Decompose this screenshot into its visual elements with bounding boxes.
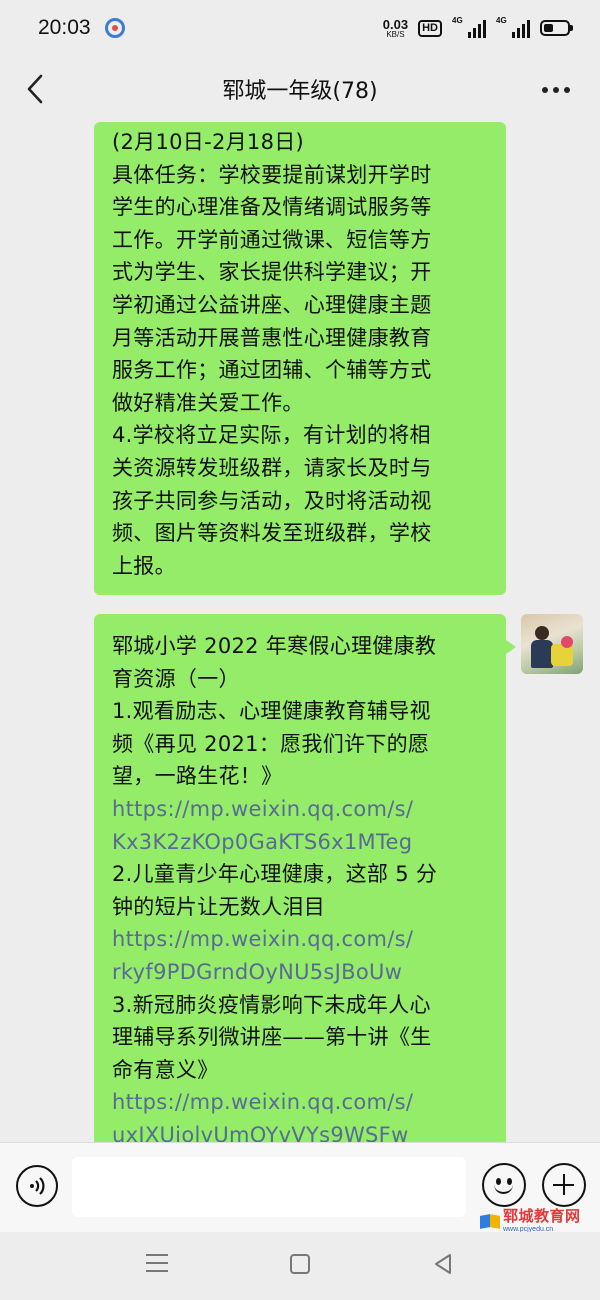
- status-indicators: 0.03 KB/S HD 4G 4G: [383, 16, 573, 39]
- back-button[interactable]: [14, 68, 56, 110]
- hd-badge: HD: [418, 19, 442, 37]
- message-line: 上报。: [112, 553, 176, 578]
- message-link[interactable]: https://mp.weixin.qq.com/s/: [112, 923, 490, 956]
- voice-button[interactable]: [16, 1165, 58, 1207]
- message-line: 2.儿童青少年心理健康，这部 5 分: [112, 862, 438, 887]
- signal-label: 4G: [496, 16, 507, 25]
- network-speed: 0.03 KB/S: [383, 18, 408, 39]
- chat-header: 郓城一年级(78): [0, 56, 600, 122]
- avatar[interactable]: [521, 614, 583, 674]
- message-line: 理辅导系列微讲座——第十讲《生: [112, 1025, 432, 1050]
- emoji-button[interactable]: [482, 1163, 526, 1207]
- book-icon: [480, 1213, 500, 1229]
- message-link[interactable]: Kx3K2zKOp0GaKTS6x1MTeg: [112, 826, 490, 859]
- message-line: 育资源（一）: [112, 666, 240, 691]
- message-line: 望，一路生花！》: [112, 764, 283, 789]
- home-icon[interactable]: [290, 1254, 310, 1274]
- message-line: 学生的心理准备及情绪调试服务等: [112, 195, 432, 220]
- system-nav-bar: [0, 1232, 600, 1300]
- message-line: 月等活动开展普惠性心理健康教育: [112, 325, 432, 350]
- message-line: 式为学生、家长提供科学建议；开: [112, 260, 432, 285]
- message-line: 钟的短片让无数人泪目: [112, 894, 325, 919]
- signal-icon: 4G: [452, 16, 486, 38]
- status-bar: 20:03 0.03 KB/S HD 4G 4G: [0, 0, 600, 56]
- message-line: 工作。开学前通过微课、短信等方: [112, 227, 432, 252]
- network-speed-unit: KB/S: [386, 29, 405, 39]
- plus-button[interactable]: [542, 1163, 586, 1207]
- message-line: 命有意义》: [112, 1057, 219, 1082]
- message-line: 3.新冠肺炎疫情影响下未成年人心: [112, 992, 431, 1017]
- message-bubble[interactable]: 郓城小学 2022 年寒假心理健康教 育资源（一） 1.观看励志、心理健康教育辅…: [94, 614, 516, 1174]
- message-link[interactable]: rkyf9PDGrndOyNU5sJBoUw: [112, 956, 490, 989]
- voice-icon: [30, 1177, 45, 1195]
- more-options-button[interactable]: [536, 70, 576, 110]
- network-speed-value: 0.03: [382, 16, 409, 32]
- message-link[interactable]: https://mp.weixin.qq.com/s/: [112, 1086, 490, 1119]
- message-line: 具体任务：学校要提前谋划开学时: [112, 162, 432, 187]
- message-line: 频《再见 2021：愿我们许下的愿: [112, 731, 430, 756]
- signal-label: 4G: [452, 16, 463, 25]
- message-line: 频、图片等资料发至班级群，学校: [112, 521, 432, 546]
- message-link[interactable]: https://mp.weixin.qq.com/s/: [112, 793, 490, 826]
- back-triangle-icon[interactable]: [432, 1252, 454, 1276]
- message-line: 服务工作；通过团辅、个辅等方式: [112, 358, 432, 383]
- watermark-title: 郓城教育网: [503, 1207, 581, 1225]
- menu-icon[interactable]: [146, 1254, 168, 1274]
- ellipsis-icon: [542, 87, 548, 93]
- messenger-app-icon: [104, 18, 125, 38]
- message-line: 郓城小学 2022 年寒假心理健康教: [112, 634, 437, 658]
- status-time: 20:03: [38, 16, 91, 39]
- message-line: 4.学校将立足实际，有计划的将相: [112, 423, 431, 448]
- message-line: 学初通过公益讲座、心理健康主题: [112, 292, 432, 317]
- message-line: 孩子共同参与活动，及时将活动视: [112, 488, 432, 513]
- message-line: 1.观看励志、心理健康教育辅导视: [112, 699, 431, 724]
- message-line: 关资源转发班级群，请家长及时与: [112, 455, 432, 480]
- message-bubble[interactable]: (2月10日-2月18日) 具体任务：学校要提前谋划开学时 学生的心理准备及情绪…: [94, 122, 506, 595]
- signal-icon: 4G: [496, 16, 530, 38]
- message-input[interactable]: [72, 1157, 466, 1217]
- message-line: (2月10日-2月18日): [112, 130, 305, 154]
- chevron-left-icon: [27, 74, 43, 104]
- battery-icon: [540, 20, 573, 36]
- message-line: 做好精准关爱工作。: [112, 390, 304, 415]
- chat-title: 郓城一年级(78): [222, 79, 378, 104]
